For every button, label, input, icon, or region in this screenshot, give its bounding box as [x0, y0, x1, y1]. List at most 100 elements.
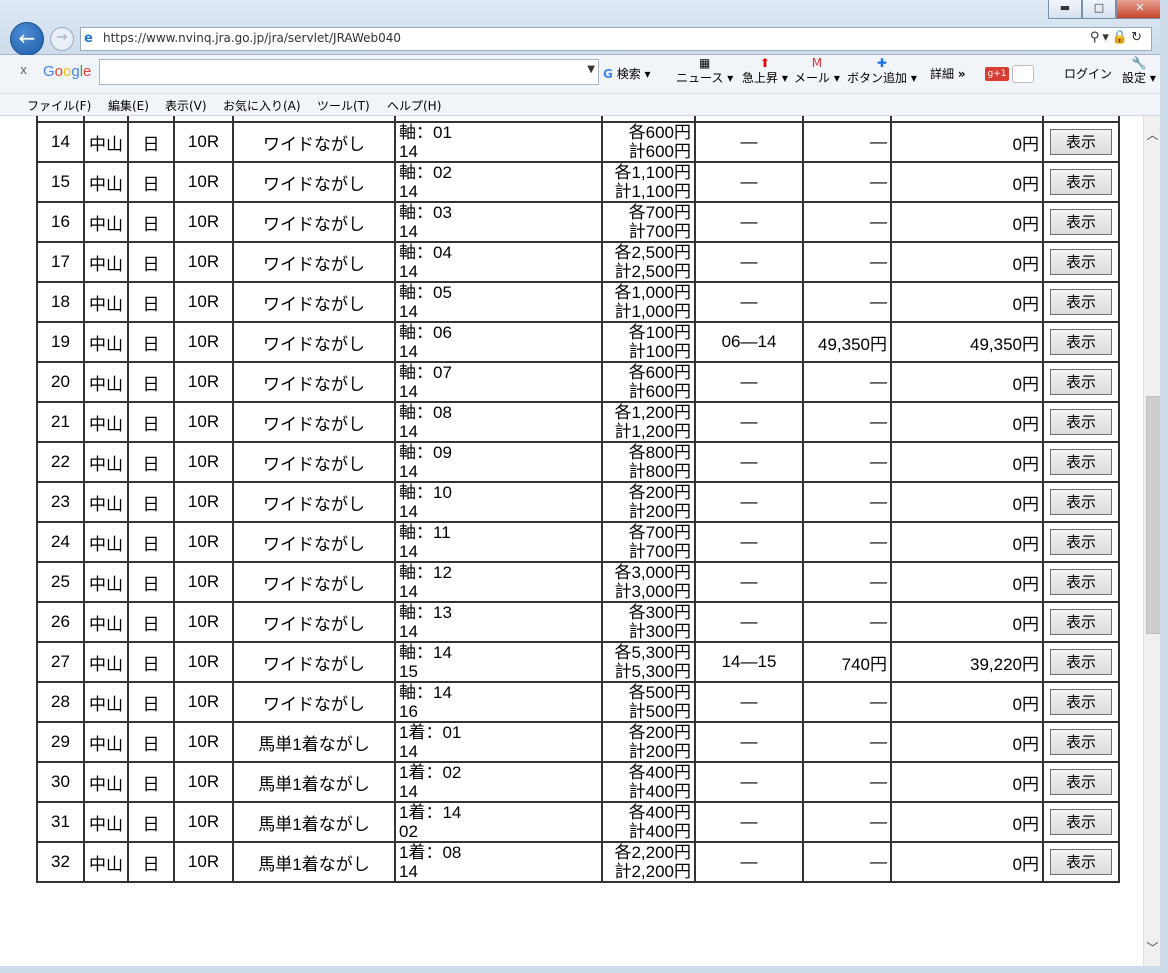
scroll-down-arrow-icon[interactable]: ﹀ [1144, 939, 1161, 956]
address-bar[interactable]: e https://www.nvinq.jra.go.jp/jra/servle… [80, 27, 1152, 51]
action-cell: 表示 [1042, 161, 1120, 203]
row-number: 14 [36, 121, 85, 163]
return-amount: 0円 [890, 481, 1044, 523]
action-cell: 表示 [1042, 761, 1120, 803]
payout: — [802, 121, 892, 163]
payout: — [802, 161, 892, 203]
mail-button[interactable]: M メール ▾ [794, 57, 840, 86]
show-button[interactable]: 表示 [1050, 729, 1112, 755]
show-button[interactable]: 表示 [1050, 249, 1112, 275]
show-button[interactable]: 表示 [1050, 209, 1112, 235]
menu-bar: ファイル(F) 編集(E) 表示(V) お気に入り(A) ツール(T) ヘルプ(… [0, 94, 1168, 116]
show-button[interactable]: 表示 [1050, 489, 1112, 515]
show-button[interactable]: 表示 [1050, 809, 1112, 835]
detail-button[interactable]: 詳細 » [930, 65, 966, 82]
hit-combination: — [694, 681, 804, 723]
login-button[interactable]: ログイン [1064, 65, 1112, 82]
race-day: 日 [127, 161, 175, 203]
race-day: 日 [127, 721, 175, 763]
payout: — [802, 201, 892, 243]
show-button[interactable]: 表示 [1050, 689, 1112, 715]
combination: 1着：08 14 [394, 841, 603, 883]
bet-amount: 各1,200円 計1,200円 [601, 401, 696, 443]
bet-amount: 各400円 計400円 [601, 761, 696, 803]
add-button-button[interactable]: ✚ ボタン追加 ▾ [847, 57, 917, 86]
action-cell: 表示 [1042, 441, 1120, 483]
hit-combination: 06—14 [694, 321, 804, 363]
page-content: 13中山日10R馬単1着ながし15計2,400円0円表示14中山日10Rワイドな… [0, 116, 1143, 966]
payout: — [802, 601, 892, 643]
trending-button[interactable]: ⬆ 急上昇 ▾ [742, 57, 788, 86]
hit-combination: — [694, 601, 804, 643]
payout: — [802, 521, 892, 563]
table-row: 32 中山日 10R 馬単1着ながし 1着：08 14 各2,200円 計2,200円 — —0円… [36, 841, 1120, 883]
amount-total: 計700円 [628, 222, 691, 241]
address-bar-icons[interactable]: ⚲▾🔒↻ [1090, 30, 1145, 45]
show-button[interactable]: 表示 [1050, 849, 1112, 875]
show-button[interactable]: 表示 [1050, 569, 1112, 595]
vertical-scrollbar[interactable]: ︿ ﹀ [1143, 116, 1161, 966]
menu-file[interactable]: ファイル(F) [27, 97, 91, 114]
combination: 1着：14 02 [394, 801, 603, 843]
minimize-button[interactable]: ▬ [1048, 0, 1082, 19]
scroll-up-arrow-icon[interactable]: ︿ [1144, 126, 1161, 143]
payout: — [802, 681, 892, 723]
payout: — [802, 481, 892, 523]
amount-total: 計2,500円 [614, 262, 691, 281]
show-button[interactable]: 表示 [1050, 369, 1112, 395]
row-number: 29 [36, 721, 85, 763]
show-button[interactable]: 表示 [1050, 769, 1112, 795]
back-arrow-icon: ← [18, 26, 36, 50]
google-plus-one-icon[interactable]: g+1 [985, 67, 1009, 81]
menu-help[interactable]: ヘルプ(H) [387, 97, 441, 114]
menu-tools[interactable]: ツール(T) [317, 97, 370, 114]
return-amount: 0円 [890, 241, 1044, 283]
return-amount: 0円 [890, 361, 1044, 403]
maximize-button[interactable]: □ [1082, 0, 1116, 19]
racecourse: 中山 [83, 681, 129, 723]
forward-button[interactable]: → [50, 27, 74, 51]
racecourse: 中山 [83, 481, 129, 523]
google-search-input[interactable]: ▼ [99, 59, 599, 85]
show-button[interactable]: 表示 [1050, 649, 1112, 675]
back-button[interactable]: ← [10, 22, 44, 56]
bet-type: ワイドながし [232, 561, 396, 603]
combination-line-1: 軸：08 [399, 403, 452, 422]
show-button[interactable]: 表示 [1050, 449, 1112, 475]
chevron-down-icon[interactable]: ▼ [587, 64, 595, 75]
bet-results-table: 13中山日10R馬単1着ながし15計2,400円0円表示14中山日10Rワイドな… [36, 116, 1120, 883]
hit-combination: — [694, 361, 804, 403]
show-button[interactable]: 表示 [1050, 609, 1112, 635]
amount-each: 各2,500円 [614, 243, 691, 262]
combination: 軸：14 15 [394, 641, 603, 683]
table-row: 14 中山日 10R ワイドながし 軸：01 14 各600円 計600円 — —0円 表示 [36, 121, 1120, 163]
amount-each: 各600円 [628, 363, 691, 382]
show-button[interactable]: 表示 [1050, 329, 1112, 355]
show-button[interactable]: 表示 [1050, 169, 1112, 195]
scrollbar-thumb[interactable] [1146, 396, 1161, 634]
row-number: 19 [36, 321, 85, 363]
news-button[interactable]: ▦ ニュース ▾ [676, 57, 733, 86]
menu-favorites[interactable]: お気に入り(A) [223, 97, 301, 114]
menu-edit[interactable]: 編集(E) [108, 97, 149, 114]
race-number: 10R [173, 201, 234, 243]
show-button[interactable]: 表示 [1050, 529, 1112, 555]
menu-view[interactable]: 表示(V) [165, 97, 207, 114]
window-controls: ▬ □ ✕ [1048, 0, 1164, 19]
row-number: 16 [36, 201, 85, 243]
combination-line-2: 14 [399, 862, 418, 881]
bet-type: ワイドながし [232, 401, 396, 443]
row-number: 28 [36, 681, 85, 723]
show-button[interactable]: 表示 [1050, 409, 1112, 435]
race-number: 10R [173, 161, 234, 203]
show-button[interactable]: 表示 [1050, 289, 1112, 315]
google-search-button[interactable]: G 検索 ▾ [603, 65, 651, 82]
url-text[interactable]: https://www.nvinq.jra.go.jp/jra/servlet/… [103, 31, 401, 45]
combination-line-1: 軸：12 [399, 563, 452, 582]
settings-button[interactable]: 🔧 設定 ▾ [1122, 57, 1156, 86]
race-day: 日 [127, 401, 175, 443]
show-button[interactable]: 表示 [1050, 129, 1112, 155]
close-window-button[interactable]: ✕ [1116, 0, 1164, 19]
toolbar-close-icon[interactable]: x [20, 63, 27, 77]
settings-label: 設定 [1122, 71, 1147, 85]
